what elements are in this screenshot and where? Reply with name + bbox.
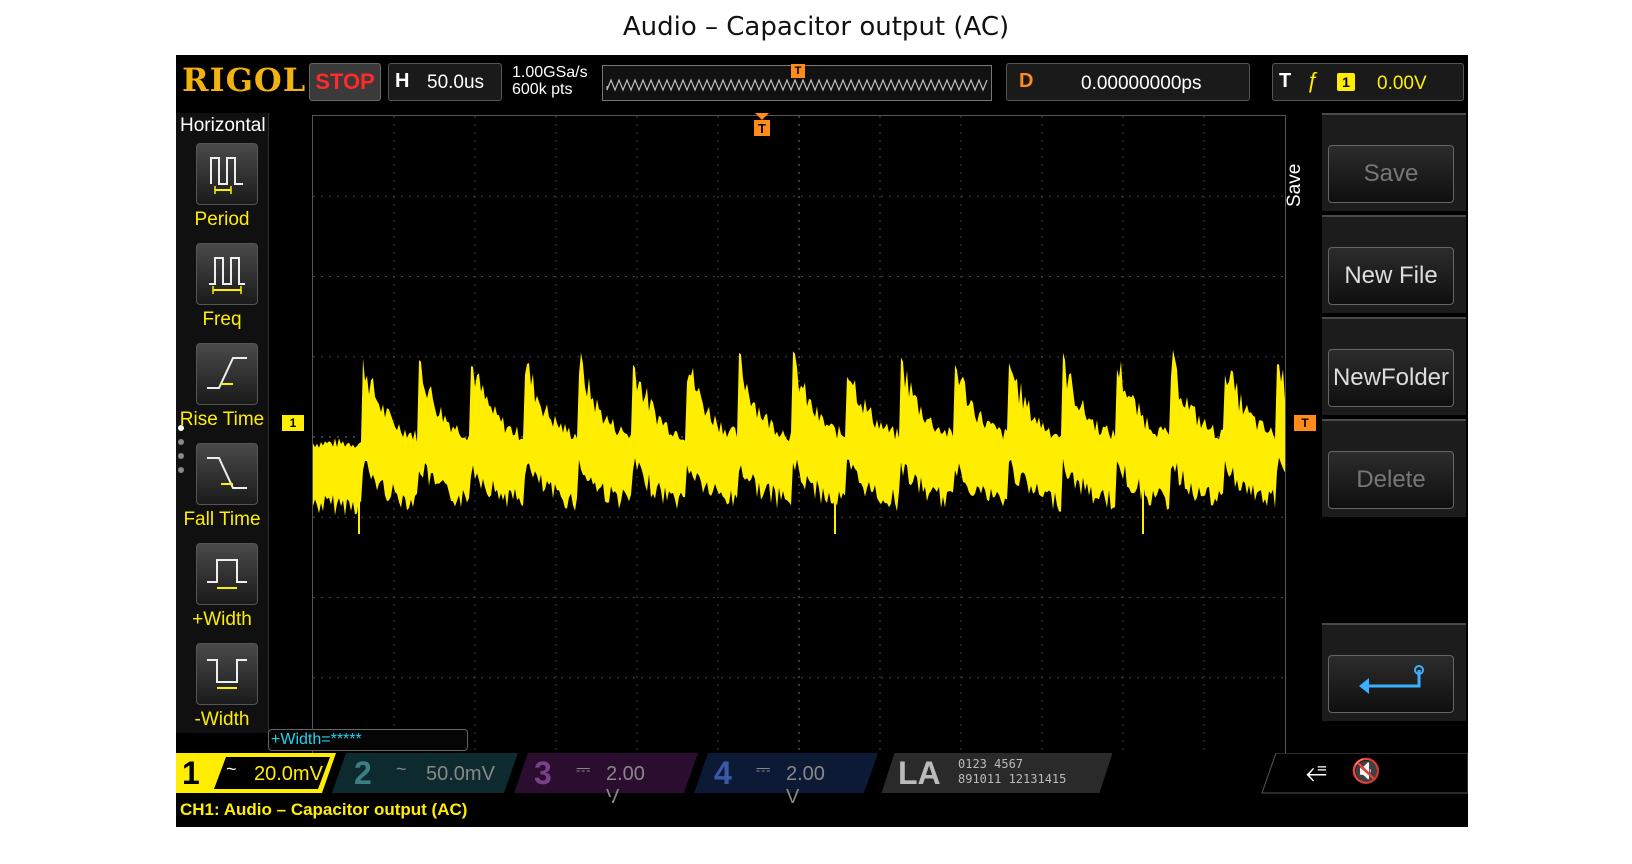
waveform-grid-and-trace xyxy=(313,116,1285,758)
menu-item-positive-width[interactable]: +Width xyxy=(176,543,268,643)
horizontal-delay[interactable]: D 0.00000000ps xyxy=(1006,63,1250,101)
menu-item-label: +Width xyxy=(192,609,252,630)
channel-4-number: 4 xyxy=(714,755,732,791)
horizontal-label: H xyxy=(395,70,410,92)
acquisition-info: 1.00GSa/s 600k pts xyxy=(512,64,588,98)
softkey-new-file[interactable]: New File xyxy=(1322,215,1466,313)
la-channels-row-2: 891011 12131415 xyxy=(958,772,1067,786)
menu-item-label: -Width xyxy=(194,709,250,730)
delay-label: D xyxy=(1019,70,1034,92)
save-softkey-menu: Save New File NewFolder Delete xyxy=(1322,113,1468,733)
top-status-bar: RIGOL STOP H 50.0us 1.00GSa/s 600k pts T… xyxy=(176,55,1468,109)
trigger-position-marker[interactable]: T xyxy=(753,113,771,144)
measurement-readout: +Width=***** xyxy=(268,729,468,751)
channel-2-number: 2 xyxy=(354,755,372,791)
channel-caption: CH1: Audio – Capacitor output (AC) xyxy=(176,797,612,823)
slide-title: Audio – Capacitor output (AC) xyxy=(622,12,1010,42)
menu-title: Horizontal xyxy=(180,115,266,136)
memory-trigger-marker: T xyxy=(791,64,805,78)
softkey-return[interactable] xyxy=(1322,623,1466,721)
usb-icon: ⭀ xyxy=(1306,757,1327,787)
oscilloscope-screen: RIGOL STOP H 50.0us 1.00GSa/s 600k pts T… xyxy=(176,55,1468,827)
rise-time-icon xyxy=(196,343,258,405)
trigger-channel: 1 xyxy=(1337,73,1355,91)
menu-item-label: Period xyxy=(194,209,250,230)
logic-analyzer-channels: 0123 4567 891011 12131415 xyxy=(958,757,1066,787)
run-stop-indicator[interactable]: STOP xyxy=(309,63,381,101)
waveform-display[interactable] xyxy=(312,115,1286,759)
dc-coupling-icon: ⎓ xyxy=(576,759,591,779)
channel-1-scale: 20.0mV xyxy=(254,763,323,785)
channel-status-bar: 1 ~ 20.0mV 2 ~ 50.0mV 3 ⎓ 2.00 V 4 ⎓ 2.0… xyxy=(176,753,1468,808)
ch1-offset-marker[interactable]: 1 xyxy=(282,415,304,431)
sample-rate: 1.00GSa/s xyxy=(512,64,588,81)
fall-time-icon xyxy=(196,443,258,505)
trigger-level-marker[interactable]: T xyxy=(1294,415,1316,431)
menu-item-label: Rise Time xyxy=(179,409,265,430)
softkey-save[interactable]: Save xyxy=(1322,113,1466,211)
menu-item-fall-time[interactable]: Fall Time xyxy=(176,443,268,543)
trigger-level: 0.00V xyxy=(1377,73,1427,94)
channel-1-number: 1 xyxy=(182,755,200,791)
softkey-new-folder[interactable]: NewFolder xyxy=(1322,317,1466,415)
trigger-status[interactable]: T ƒ 1 0.00V xyxy=(1272,63,1464,101)
horizontal-measure-menu: Horizontal Period Freq Rise Time Fall Ti… xyxy=(176,113,269,733)
horizontal-timebase[interactable]: H 50.0us xyxy=(388,63,502,101)
positive-width-icon xyxy=(196,543,258,605)
negative-width-icon xyxy=(196,643,258,705)
la-channels-row-1: 0123 4567 xyxy=(958,757,1024,771)
menu-item-label: Freq xyxy=(202,309,242,330)
softkey-delete[interactable]: Delete xyxy=(1322,419,1466,517)
save-menu-title: Save xyxy=(1284,163,1305,207)
logic-analyzer-label[interactable]: LA xyxy=(898,755,941,792)
new-folder-button[interactable]: NewFolder xyxy=(1328,349,1454,407)
timebase-value: 50.0us xyxy=(427,72,485,93)
delay-value: 0.00000000ps xyxy=(1081,73,1202,94)
trigger-label: T xyxy=(1279,70,1292,92)
trigger-position-label: T xyxy=(758,121,766,136)
ac-coupling-icon: ~ xyxy=(396,759,407,779)
new-file-button[interactable]: New File xyxy=(1328,247,1454,305)
rising-edge-icon: ƒ xyxy=(1307,68,1320,93)
return-arrow-icon xyxy=(1359,665,1424,694)
dc-coupling-icon: ⎓ xyxy=(756,759,771,779)
menu-item-label: Fall Time xyxy=(183,509,261,530)
channel-2-scale: 50.0mV xyxy=(426,763,495,785)
freq-icon xyxy=(196,243,258,305)
menu-item-freq[interactable]: Freq xyxy=(176,243,268,343)
mute-icon[interactable]: 🔇 xyxy=(1351,757,1381,786)
memory-depth: 600k pts xyxy=(512,81,573,98)
memory-overview-bar: T xyxy=(602,64,992,101)
menu-page-indicator xyxy=(178,425,184,481)
menu-item-rise-time[interactable]: Rise Time xyxy=(176,343,268,443)
delete-button[interactable]: Delete xyxy=(1328,451,1454,509)
menu-item-period[interactable]: Period xyxy=(176,143,268,243)
channel-3-number: 3 xyxy=(534,755,552,791)
ac-coupling-icon: ~ xyxy=(226,759,237,779)
period-icon xyxy=(196,143,258,205)
return-button[interactable] xyxy=(1328,655,1454,713)
save-button[interactable]: Save xyxy=(1328,145,1454,203)
channel-4-scale: 2.00 V xyxy=(786,763,825,808)
menu-item-negative-width[interactable]: -Width xyxy=(176,643,268,743)
brand-logo: RIGOL xyxy=(182,61,307,99)
